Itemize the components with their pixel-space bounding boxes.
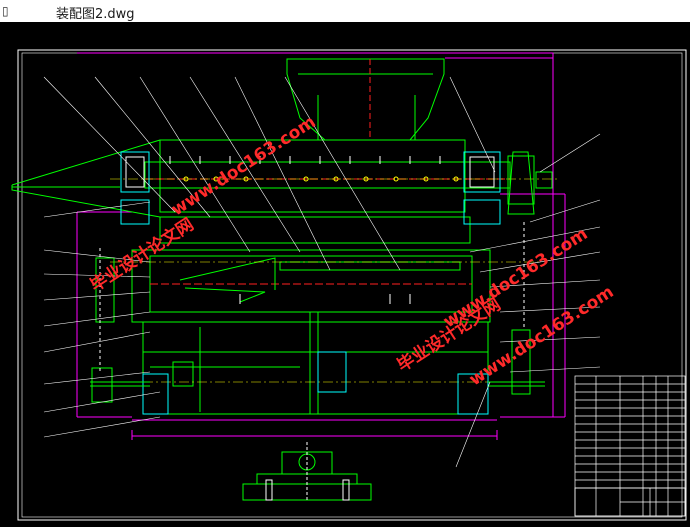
watermark-url-1: www.doc163.com [168, 112, 320, 220]
drawing-frame [17, 49, 687, 521]
watermarks: www.doc163.com 毕业设计论文网 www.doc163.com 毕业… [86, 112, 617, 390]
document-icon: ▯ [2, 4, 9, 18]
parts-list-table [574, 375, 686, 517]
bearing-seat-detail [242, 442, 372, 502]
assembly-drawing[interactable]: www.doc163.com 毕业设计论文网 www.doc163.com 毕业… [0, 22, 690, 523]
drawing-canvas[interactable]: www.doc163.com 毕业设计论文网 www.doc163.com 毕业… [0, 22, 690, 523]
window-title: 装配图2.dwg [56, 7, 135, 22]
watermark-cn-1: 毕业设计论文网 [86, 214, 197, 296]
window-titlebar: ▯ 装配图2.dwg [0, 0, 690, 23]
